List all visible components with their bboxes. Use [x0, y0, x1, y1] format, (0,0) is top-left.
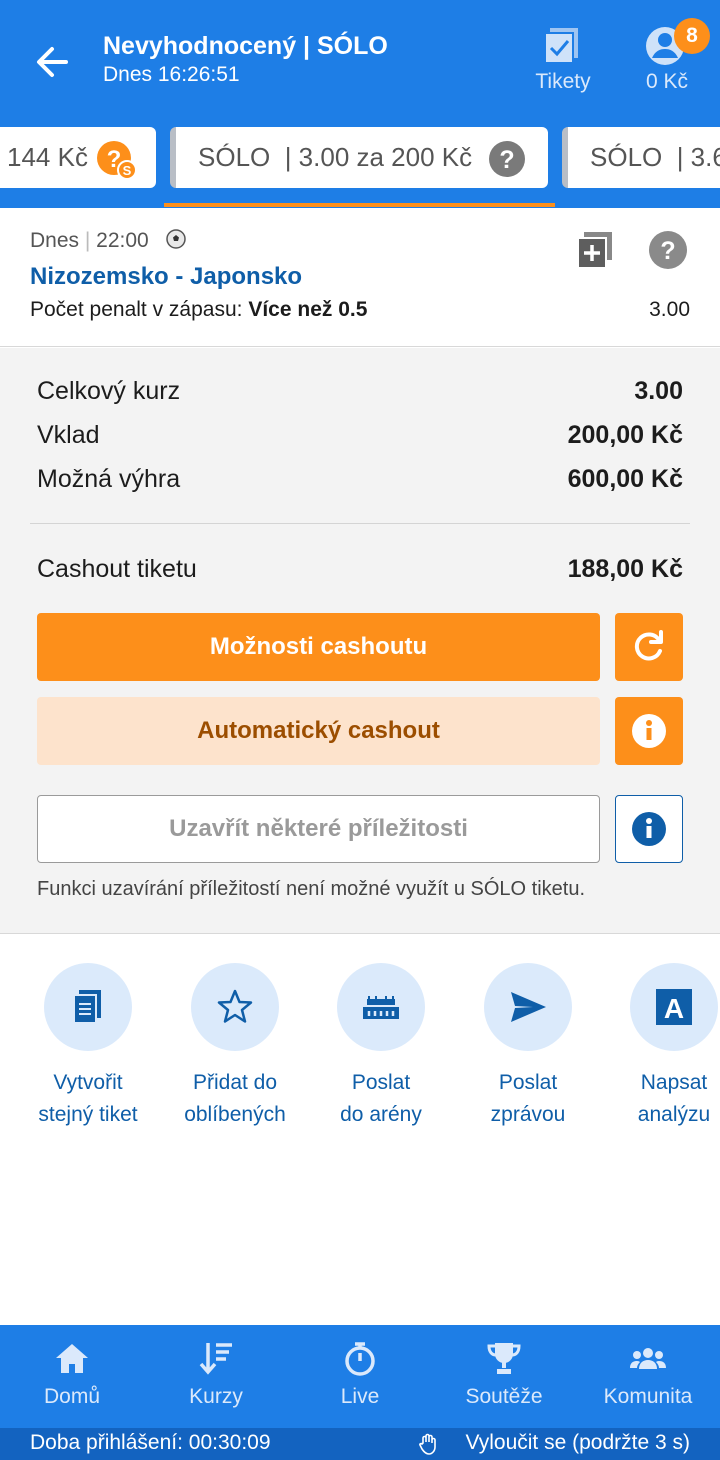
divider [30, 523, 690, 524]
nav-community[interactable]: Komunita [576, 1325, 720, 1428]
stopwatch-icon [345, 1342, 375, 1376]
nav-label: Komunita [603, 1385, 693, 1408]
tab-ticket-current[interactable]: SÓLO | 3.00 za 200 Kč ? [170, 127, 548, 188]
event-market: Počet penalt v zápasu: Více než 0.5 [30, 298, 367, 322]
close-info-button[interactable] [615, 795, 683, 863]
action-label: stejný tiket [38, 1103, 138, 1126]
total-odds-label: Celkový kurz [37, 377, 181, 405]
info-icon [632, 714, 666, 748]
action-label: analýzu [637, 1103, 711, 1126]
notification-badge: 8 [674, 18, 710, 54]
ticket-check-icon [544, 28, 578, 64]
nav-live[interactable]: Live [288, 1325, 432, 1428]
tickets-label: Tikety [535, 70, 591, 93]
action-label: oblíbených [184, 1103, 286, 1126]
nav-label: Soutěže [465, 1385, 543, 1408]
tab-ticket-next[interactable]: SÓLO | 3.6 [562, 127, 720, 188]
cashout-options-button[interactable]: Možnosti cashoutu [37, 613, 600, 681]
home-icon [56, 1344, 88, 1373]
svg-text:?: ? [500, 146, 515, 174]
svg-text:A: A [664, 993, 684, 1024]
action-label: do arény [340, 1103, 422, 1126]
possible-win-label: Možná výhra [37, 465, 181, 493]
sort-odds-icon [199, 1343, 232, 1375]
session-time: Doba přihlášení: 00:30:09 [30, 1431, 271, 1454]
active-tab-indicator [164, 203, 555, 207]
refresh-button[interactable] [615, 613, 683, 681]
tab-label: SÓLO | 3.6 [590, 142, 720, 172]
cashout-value: 188,00 Kč [567, 555, 683, 583]
community-icon [630, 1348, 666, 1369]
stake-label: Vklad [37, 421, 100, 449]
session-status-bar: Doba přihlášení: 00:30:09 Vyloučit se (p… [0, 1428, 720, 1460]
send-icon [511, 992, 546, 1022]
help-icon: ? [489, 141, 526, 178]
tickets-button[interactable]: Tikety [528, 24, 598, 104]
selection-label: Více než 0.5 [248, 298, 368, 321]
football-icon [165, 229, 186, 249]
action-write-analysis[interactable]: A Napsat analýzu [599, 963, 720, 1131]
action-label: Poslat [498, 1071, 558, 1094]
market-label: Počet penalt v zápasu: [30, 298, 243, 321]
stake-value: 200,00 Kč [567, 421, 683, 449]
auto-cashout-button[interactable]: Automatický cashout [37, 697, 600, 765]
ticket-summary-panel: Celkový kurz 3.00 Vklad 200,00 Kč Možná … [0, 348, 720, 934]
trophy-icon [487, 1343, 521, 1374]
event-time: 22:00 [96, 229, 149, 252]
app-header: Nevyhodnocený | SÓLO Dnes 16:26:51 Tiket… [0, 0, 720, 208]
balance-label: 0 Kč [645, 70, 689, 93]
event-match-link[interactable]: Nizozemsko - Japonsko [30, 263, 302, 291]
action-send-message[interactable]: Poslat zprávou [453, 963, 603, 1131]
analysis-icon: A [656, 989, 692, 1025]
tab-label: 144 Kč [7, 142, 88, 172]
close-note: Funkci uzavírání příležitostí není možné… [37, 878, 586, 900]
nav-label: Domů [43, 1385, 101, 1408]
action-label: Přidat do [192, 1071, 278, 1094]
info-icon [632, 812, 666, 846]
back-arrow-icon[interactable] [28, 38, 76, 86]
svg-text:S: S [123, 163, 132, 178]
page-subtitle: Dnes 16:26:51 [103, 63, 240, 86]
event-row: Dnes | 22:00 Nizozemsko - Japonsko Počet… [0, 208, 720, 347]
cashout-label: Cashout tiketu [37, 555, 197, 583]
action-add-favorite[interactable]: Přidat do oblíbených [160, 963, 310, 1131]
action-create-same-ticket[interactable]: Vytvořit stejný tiket [13, 963, 163, 1131]
nav-label: Kurzy [189, 1385, 243, 1408]
nav-home[interactable]: Domů [0, 1325, 144, 1428]
add-copy-icon[interactable] [576, 230, 616, 270]
page-title: Nevyhodnocený | SÓLO [103, 32, 388, 60]
star-icon [217, 989, 253, 1023]
tab-label: SÓLO | 3.00 za 200 Kč [198, 142, 473, 172]
action-label: Napsat [640, 1071, 708, 1094]
copy-ticket-icon [73, 990, 101, 1024]
auto-cashout-info-button[interactable] [615, 697, 683, 765]
action-send-to-arena[interactable]: Poslat do arény [306, 963, 456, 1131]
action-label: zprávou [490, 1103, 566, 1126]
question-money-icon: ? S [97, 141, 138, 181]
possible-win-value: 600,00 Kč [567, 465, 683, 493]
self-exclude-button[interactable]: Vyloučit se (podržte 3 s) [466, 1431, 690, 1455]
refresh-icon [634, 630, 663, 661]
event-odds: 3.00 [649, 298, 690, 321]
nav-odds[interactable]: Kurzy [144, 1325, 288, 1428]
action-label: Vytvořit [53, 1071, 123, 1094]
tab-ticket-previous[interactable]: 144 Kč ? S [0, 127, 156, 188]
nav-competitions[interactable]: Soutěže [432, 1325, 576, 1428]
event-date: Dnes [30, 229, 80, 252]
hand-icon [419, 1433, 436, 1455]
nav-label: Live [340, 1385, 380, 1408]
bottom-nav: Domů Kurzy Live Soutěže Komunita [0, 1325, 720, 1428]
total-odds-value: 3.00 [634, 377, 683, 405]
close-opportunities-button[interactable]: Uzavřít některé příležitosti [37, 795, 600, 863]
action-label: Poslat [351, 1071, 411, 1094]
arena-icon [363, 996, 399, 1019]
svg-text:?: ? [660, 237, 675, 265]
event-datetime: Dnes | 22:00 [30, 228, 187, 253]
help-icon[interactable]: ? [648, 230, 688, 270]
